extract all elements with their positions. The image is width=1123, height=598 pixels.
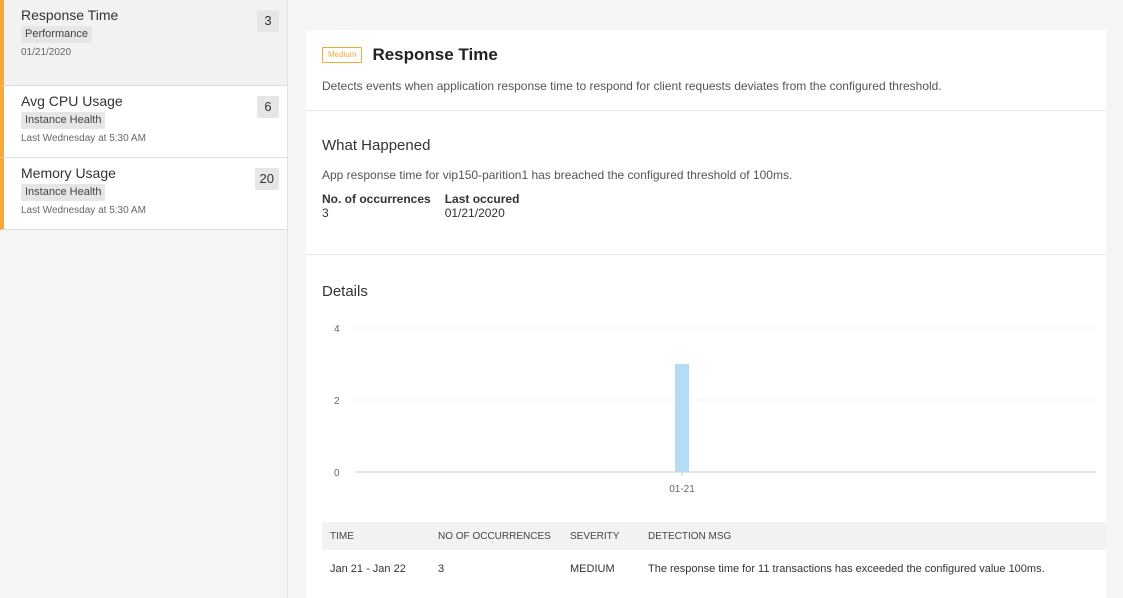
last-occured-stat: Last occured 01/21/2020 bbox=[445, 192, 520, 220]
event-detail-panel: Medium Response Time Detects events when… bbox=[306, 30, 1106, 598]
y-tick-label: 4 bbox=[334, 324, 340, 335]
details-table: TIME NO OF OCCURRENCES SEVERITY DETECTIO… bbox=[322, 522, 1106, 588]
cell-detection-msg: The response time for 11 transactions ha… bbox=[648, 563, 1045, 575]
event-count-badge: 20 bbox=[254, 168, 279, 190]
occurrences-chart: 0 2 4 01-21 bbox=[322, 312, 1106, 512]
occurrences-value: 3 bbox=[322, 206, 329, 220]
column-header-severity: SEVERITY bbox=[562, 522, 640, 550]
what-happened-title: What Happened bbox=[322, 137, 431, 154]
cell-time: Jan 21 - Jan 22 bbox=[330, 563, 406, 575]
occurrences-stat: No. of occurrences 3 bbox=[322, 192, 431, 220]
event-header: Medium Response Time Detects events when… bbox=[306, 30, 1106, 111]
severity-badge: Medium bbox=[322, 47, 363, 63]
event-detail-title: Response Time bbox=[372, 45, 498, 64]
event-item-memory-usage[interactable]: Memory Usage Instance Health Last Wednes… bbox=[0, 158, 287, 230]
event-date: Last Wednesday at 5:30 AM bbox=[21, 133, 146, 144]
chart-bar[interactable] bbox=[675, 364, 689, 472]
event-category-tag: Instance Health bbox=[21, 184, 106, 201]
event-date: Last Wednesday at 5:30 AM bbox=[21, 205, 146, 216]
last-occured-label: Last occured bbox=[444, 192, 520, 206]
event-title: Memory Usage bbox=[21, 165, 116, 181]
last-occured-value: 01/21/2020 bbox=[444, 206, 505, 220]
event-item-response-time[interactable]: Response Time Performance 01/21/2020 3 bbox=[0, 0, 287, 86]
event-category-tag: Performance bbox=[21, 26, 92, 43]
column-header-detection-msg: DETECTION MSG bbox=[640, 522, 1106, 550]
y-tick-label: 0 bbox=[334, 468, 340, 479]
event-list-sidebar: Response Time Performance 01/21/2020 3 A… bbox=[0, 0, 288, 598]
occurrences-chart-svg: 0 2 4 01-21 bbox=[334, 324, 1096, 495]
what-happened-text: App response time for vip150-parition1 h… bbox=[322, 168, 793, 182]
event-category-tag: Instance Health bbox=[21, 112, 106, 129]
event-title: Response Time bbox=[21, 7, 119, 23]
details-section: Details 0 2 4 01-21 bbox=[306, 255, 1106, 512]
cell-occurrences: 3 bbox=[438, 563, 445, 575]
event-title: Avg CPU Usage bbox=[21, 93, 123, 109]
event-date: 01/21/2020 bbox=[21, 47, 72, 58]
column-header-occurrences: NO OF OCCURRENCES bbox=[430, 522, 562, 550]
event-item-avg-cpu-usage[interactable]: Avg CPU Usage Instance Health Last Wedne… bbox=[0, 86, 287, 158]
what-happened-section: What Happened App response time for vip1… bbox=[306, 111, 1106, 255]
event-description: Detects events when application response… bbox=[322, 79, 942, 93]
x-tick-label: 01-21 bbox=[669, 484, 695, 495]
table-header-row: TIME NO OF OCCURRENCES SEVERITY DETECTIO… bbox=[322, 522, 1106, 550]
cell-severity: MEDIUM bbox=[570, 563, 615, 575]
event-count-badge: 3 bbox=[257, 10, 279, 32]
column-header-time: TIME bbox=[322, 522, 430, 550]
y-tick-label: 2 bbox=[334, 396, 340, 407]
occurrences-label: No. of occurrences bbox=[322, 192, 431, 206]
details-title: Details bbox=[322, 283, 368, 300]
table-row: Jan 21 - Jan 22 3 MEDIUM The response ti… bbox=[322, 550, 1106, 588]
event-count-badge: 6 bbox=[257, 96, 279, 118]
